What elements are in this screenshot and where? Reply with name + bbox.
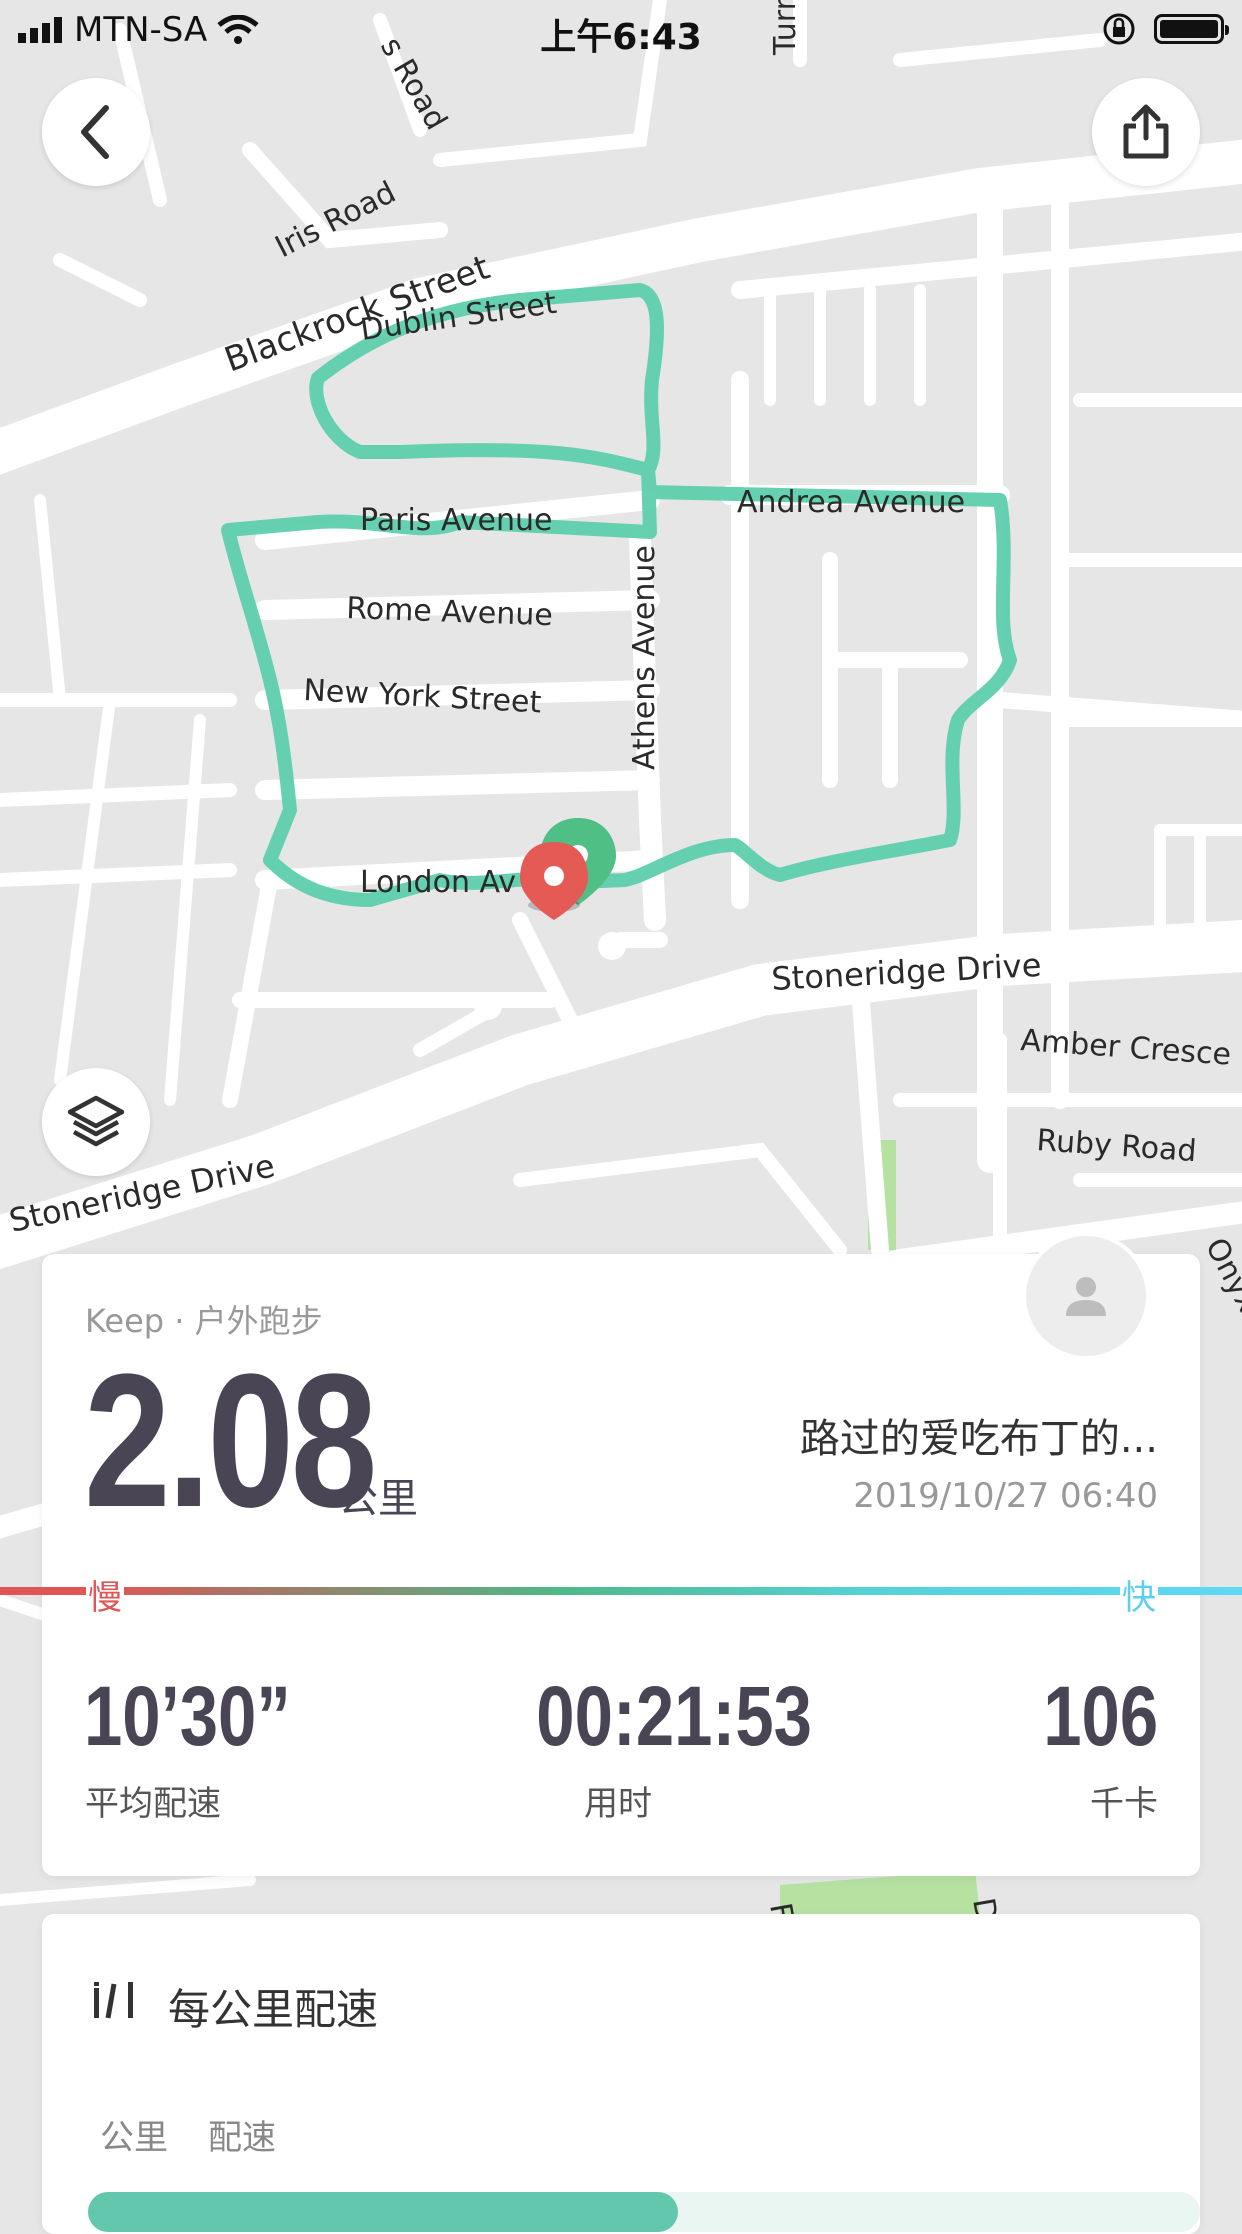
share-icon	[1123, 104, 1169, 159]
street-label: London Av	[360, 865, 516, 900]
run-datetime: 2019/10/27 06:40	[853, 1476, 1158, 1516]
back-arrow-icon	[81, 105, 109, 159]
column-pace: 配速	[208, 2118, 276, 2158]
lock-rotation-icon	[1103, 13, 1135, 45]
back-button[interactable]	[42, 78, 150, 186]
duration-value: 00:21:53	[536, 1669, 812, 1763]
avg-pace-value: 10’30”	[84, 1669, 291, 1763]
user-name[interactable]: 路过的爱吃布丁的...	[800, 1406, 1158, 1464]
share-button[interactable]	[1092, 78, 1200, 186]
calories-label: 千卡	[1090, 1784, 1158, 1824]
pace-card-title: 每公里配速	[168, 1985, 379, 2034]
avg-pace-label: 平均配速	[85, 1784, 221, 1824]
pace-gradient-bar	[0, 1587, 1242, 1595]
distance-value: 2.08	[84, 1335, 377, 1547]
user-avatar-icon	[1066, 1277, 1106, 1316]
street-label: Paris Avenue	[360, 503, 552, 538]
street-label: Andrea Avenue	[737, 485, 965, 520]
route-map[interactable]: s Road Turn Iris Road Blackrock Street D…	[0, 0, 1242, 2208]
per-km-pace-card: 每公里配速 公里 配速	[42, 1914, 1200, 2234]
status-time: 上午6:43	[540, 17, 702, 58]
duration-label: 用时	[584, 1784, 652, 1824]
run-summary-card: Keep · 户外跑步 2.08 公里 路过的爱吃布丁的... 2019/10/…	[0, 1254, 1242, 1876]
pace-chart-icon	[94, 1982, 133, 2019]
map-layers-button[interactable]	[42, 1068, 150, 1176]
pace-slow-label: 慢	[86, 1570, 124, 1619]
avatar[interactable]	[1022, 1232, 1150, 1360]
street-label: Athens Avenue	[627, 545, 662, 770]
layers-icon	[67, 1095, 125, 1147]
distance-unit: 公里	[338, 1476, 418, 1522]
battery-icon	[1154, 14, 1229, 44]
status-bar: MTN-SA 上午6:43	[0, 0, 1242, 60]
calories-value: 106	[1043, 1669, 1158, 1763]
street-label: Rome Avenue	[346, 591, 554, 633]
column-km: 公里	[100, 2118, 168, 2158]
pace-bar	[88, 2192, 678, 2232]
pace-fast-label: 快	[1120, 1570, 1158, 1619]
